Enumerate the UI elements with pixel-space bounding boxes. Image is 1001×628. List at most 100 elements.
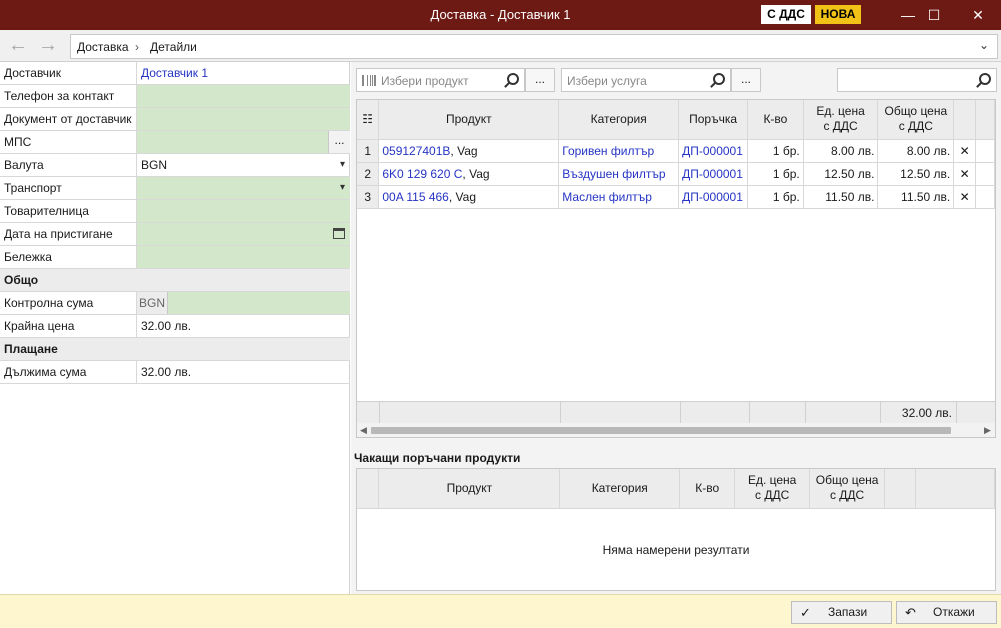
table-row[interactable]: 1 059127401B, Vag Горивен филтър ДП-0000… (357, 139, 995, 163)
unit-price-cell[interactable]: 11.50 лв. (803, 185, 879, 209)
product-code-link[interactable]: 6K0 129 620 C (382, 167, 462, 181)
category-link[interactable]: Въздушен филтър (558, 162, 680, 186)
breadcrumb-item-delivery[interactable]: Доставка (77, 40, 129, 54)
col-header-product[interactable]: Продукт (378, 469, 561, 509)
back-arrow-icon[interactable]: ← (7, 35, 29, 56)
order-link[interactable]: ДП-000001 (678, 162, 749, 186)
col-header-order[interactable]: Поръчка (678, 100, 749, 140)
col-header-qty[interactable]: К-во (747, 100, 804, 140)
supplier-link[interactable]: Доставчик 1 (137, 62, 350, 84)
waybill-field[interactable] (137, 200, 350, 222)
col-header-product[interactable]: Продукт (378, 100, 560, 140)
qty-cell[interactable]: 1 бр. (747, 162, 804, 186)
mps-browse-button[interactable]: ... (328, 131, 350, 153)
footer-divider (956, 402, 957, 424)
supplier-doc-field[interactable] (137, 108, 350, 130)
col-header-qty[interactable]: К-во (679, 469, 736, 509)
search-icon[interactable] (713, 73, 725, 85)
service-browse-button[interactable]: ... (731, 68, 761, 92)
qty-cell[interactable]: 1 бр. (747, 185, 804, 209)
transport-select[interactable]: ▾ (137, 177, 350, 199)
save-button[interactable]: ✓ Запази (791, 601, 892, 624)
section-total-header: Общо (0, 269, 350, 292)
order-link[interactable]: ДП-000001 (678, 139, 749, 163)
scroll-left-icon[interactable]: ◀ (360, 423, 367, 437)
form-row-currency: Валута BGN ▾ (0, 154, 350, 177)
row-number: 3 (357, 185, 380, 209)
search-icon[interactable] (979, 73, 991, 85)
note-field[interactable] (137, 246, 350, 268)
order-link[interactable]: ДП-000001 (678, 185, 749, 209)
col-header-blank (357, 469, 380, 509)
delete-row-icon[interactable]: ✕ (953, 185, 977, 209)
col-header-total-price[interactable]: Общо цена с ДДС (809, 469, 886, 509)
control-sum-field[interactable] (137, 292, 350, 314)
product-brand: , Vag (450, 143, 478, 158)
arrival-date-field[interactable] (137, 223, 350, 245)
delete-row-icon[interactable]: ✕ (953, 162, 977, 186)
product-code-link[interactable]: 059127401B (382, 144, 450, 158)
col-header-total-price[interactable]: Общо цена с ДДС (877, 100, 955, 140)
calendar-icon[interactable] (333, 228, 345, 239)
footer-divider (560, 402, 561, 424)
col-header-category[interactable]: Категория (558, 100, 680, 140)
currency-select[interactable]: BGN ▾ (137, 154, 350, 176)
control-sum-label: Контролна сума (0, 292, 137, 314)
pending-products-title: Чакащи поръчани продукти (354, 451, 521, 465)
col-header-filler (975, 100, 995, 140)
breadcrumb[interactable]: Доставка › Детайли ⌄ (70, 34, 998, 59)
product-code-link[interactable]: 00A 115 466 (382, 190, 449, 204)
scrollbar-thumb[interactable] (371, 427, 951, 434)
close-icon[interactable]: ✕ (955, 0, 1001, 30)
scroll-right-icon[interactable]: ▶ (984, 423, 991, 437)
phone-field[interactable] (137, 85, 350, 107)
empty-results-message: Няма намерени резултати (602, 543, 750, 557)
category-link[interactable]: Маслен филтър (558, 185, 680, 209)
products-table: ☷ Продукт Категория Поръчка К-во Ед. цен… (357, 100, 995, 209)
search-icon[interactable] (507, 73, 519, 85)
table-header-row: Продукт Категория К-во Ед. цена с ДДС Общ… (357, 469, 995, 509)
category-link[interactable]: Горивен филтър (558, 139, 680, 163)
delete-row-icon[interactable]: ✕ (953, 139, 977, 163)
footer-divider (805, 402, 806, 424)
col-header-unit-price-line2: с ДДС (823, 119, 858, 134)
product-cell: 6K0 129 620 C, Vag (378, 162, 560, 186)
footer-divider (379, 402, 380, 424)
total-price-cell: 11.50 лв. (877, 185, 955, 209)
form-row-control-sum: Контролна сума BGN (0, 292, 350, 315)
filler-cell (975, 139, 995, 163)
column-settings-icon[interactable]: ☷ (357, 100, 380, 140)
horizontal-scrollbar[interactable]: ◀ ▶ (357, 423, 995, 437)
col-header-total-price-line1: Общо цена (815, 473, 879, 488)
transport-label: Транспорт (0, 177, 137, 199)
delivery-form: Доставчик Доставчик 1 Телефон за контакт… (0, 62, 350, 594)
unit-price-cell[interactable]: 12.50 лв. (803, 162, 879, 186)
products-panel: Избери продукт ... Избери услуга ... ☷ П… (351, 62, 1001, 594)
qty-cell[interactable]: 1 бр. (747, 139, 804, 163)
col-header-unit-price[interactable]: Ед. цена с ДДС (803, 100, 879, 140)
table-row[interactable]: 3 00A 115 466, Vag Маслен филтър ДП-0000… (357, 185, 995, 209)
navigation-bar: ← → Доставка › Детайли ⌄ (0, 30, 1001, 62)
table-row[interactable]: 2 6K0 129 620 C, Vag Въздушен филтър ДП-… (357, 162, 995, 186)
final-price-value: 32.00 лв. (141, 319, 192, 333)
mps-field[interactable]: ... (137, 131, 350, 153)
filter-search-input[interactable] (837, 68, 997, 92)
filler-cell (975, 185, 995, 209)
service-search-input[interactable]: Избери услуга (561, 68, 731, 92)
unit-price-cell[interactable]: 8.00 лв. (803, 139, 879, 163)
grid-footer-row: 32.00 лв. (357, 401, 995, 424)
col-header-unit-price[interactable]: Ед. цена с ДДС (734, 469, 811, 509)
product-search-input[interactable]: Избери продукт (356, 68, 525, 92)
maximize-icon[interactable]: ☐ (911, 0, 957, 30)
forward-arrow-icon[interactable]: → (37, 35, 59, 56)
final-price-label: Крайна цена (0, 315, 137, 337)
col-header-filler (915, 469, 995, 509)
chevron-down-icon[interactable]: ⌄ (979, 38, 989, 52)
breadcrumb-item-details[interactable]: Детайли (150, 40, 197, 54)
currency-value: BGN (141, 158, 168, 172)
col-header-category[interactable]: Категория (559, 469, 681, 509)
bottom-action-bar: ✓ Запази ↶ Откажи (0, 594, 1001, 628)
cancel-button[interactable]: ↶ Откажи (896, 601, 997, 624)
product-browse-button[interactable]: ... (525, 68, 555, 92)
due-amount-value: 32.00 лв. (141, 365, 192, 379)
